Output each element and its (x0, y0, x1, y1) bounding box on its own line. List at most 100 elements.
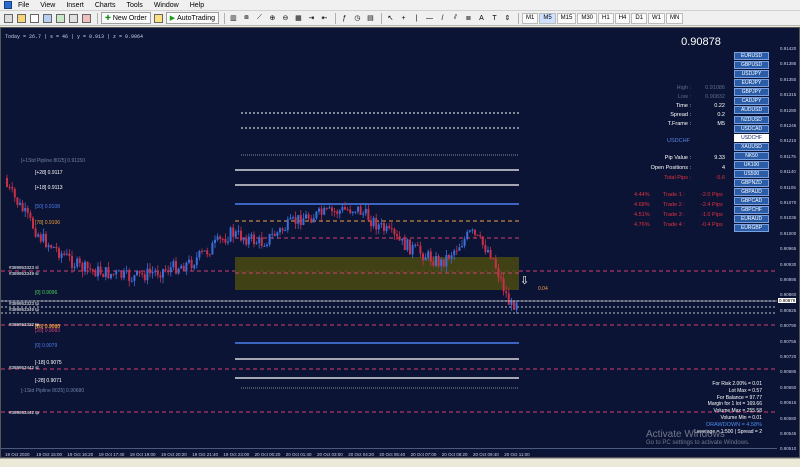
y-tick-label: 0.90895 (780, 277, 797, 282)
symbol-button[interactable]: NK50 (734, 151, 769, 160)
indicators-icon[interactable]: ƒ (339, 12, 350, 24)
fibonacci-icon[interactable]: ≣ (463, 12, 474, 24)
menu-view[interactable]: View (40, 2, 55, 9)
tf-m15[interactable]: M15 (556, 12, 577, 24)
order-tag[interactable]: #389953349 tp (9, 307, 39, 312)
new-order-button[interactable]: ✚ New Order (101, 12, 151, 24)
bar-chart-icon[interactable]: ▥ (228, 12, 239, 24)
candle-body (73, 266, 76, 268)
candle-body (432, 261, 435, 266)
symbol-button[interactable]: GBPAUD (734, 188, 769, 197)
candle-body (406, 239, 409, 251)
menu-file[interactable]: File (18, 2, 29, 9)
label-icon[interactable]: T (489, 12, 500, 24)
menu-insert[interactable]: Insert (66, 2, 84, 9)
templates-icon[interactable]: ▤ (365, 12, 376, 24)
time-axis[interactable]: 19 Oct 2020 19 Oct 15:00 19 Oct 16:20 19 Oc… (1, 448, 777, 457)
y-tick-label: 0.91000 (780, 230, 797, 236)
tf-m5[interactable]: M5 (539, 12, 556, 24)
symbol-button[interactable]: EURUSD (734, 52, 769, 60)
y-tick-label: 0.91385 (780, 61, 797, 67)
market-watch-icon[interactable] (29, 12, 40, 24)
candle-body (117, 270, 120, 272)
order-tag[interactable]: #389953442 sl (9, 365, 39, 370)
menu-help[interactable]: Help (190, 2, 204, 9)
order-tag[interactable]: #389953323 tp (9, 301, 39, 306)
symbol-button[interactable]: AUDUSD (734, 106, 769, 115)
data-window-icon[interactable] (55, 12, 66, 24)
tf-m30[interactable]: M30 (577, 12, 598, 24)
symbol-button[interactable]: CADJPY (734, 97, 769, 106)
candle-body (162, 269, 164, 278)
trendline-icon[interactable]: / (437, 12, 448, 24)
symbol-button[interactable]: XAUUSD (734, 142, 769, 151)
candle-body (429, 251, 432, 262)
chart-window[interactable]: Today = 26.7 | s = 46 | y = 0.913 | z = … (0, 27, 800, 458)
zoom-in-icon[interactable]: ⊕ (267, 12, 278, 24)
tile-windows-icon[interactable]: ▦ (293, 12, 304, 24)
crosshair-icon[interactable]: + (398, 12, 409, 24)
symbol-button[interactable]: GBPUSD (734, 61, 769, 70)
metaeditor-icon[interactable] (153, 12, 164, 24)
periods-icon[interactable]: ◷ (352, 12, 363, 24)
menu-tools[interactable]: Tools (126, 2, 142, 9)
order-tag[interactable]: #389953323 sl (9, 265, 39, 270)
candle-body (76, 258, 79, 267)
text-icon[interactable]: A (476, 12, 487, 24)
tf-d1[interactable]: D1 (631, 12, 648, 24)
y-tick-label: 0.91105 (780, 184, 796, 190)
down-arrow-icon[interactable]: ⇩ (520, 274, 529, 287)
menu-charts[interactable]: Charts (95, 2, 116, 9)
tester-icon[interactable] (81, 12, 92, 24)
navigator-icon[interactable] (42, 12, 53, 24)
order-tag[interactable]: #389953322 tp (9, 322, 39, 327)
symbol-button[interactable]: GBPCAD (734, 197, 769, 206)
zoom-out-icon[interactable]: ⊖ (280, 12, 291, 24)
candle-body (349, 209, 352, 213)
symbol-button[interactable]: USDCHF (734, 133, 769, 142)
equidistant-channel-icon[interactable]: ⫽ (450, 12, 461, 24)
tf-w1[interactable]: W1 (648, 12, 666, 24)
panel-row-value: 0.22 (714, 103, 725, 109)
symbol-button[interactable]: USDCAD (734, 124, 769, 133)
symbol-button[interactable]: NZDUSD (734, 115, 769, 124)
symbol-button[interactable]: EURJPY (734, 79, 769, 88)
candle-body (474, 229, 476, 235)
candle-body (364, 208, 367, 214)
symbol-button[interactable]: GBPNZD (734, 179, 769, 188)
candlestick-icon[interactable]: ⧈ (241, 12, 252, 24)
symbol-button[interactable]: EURGBP (734, 224, 769, 233)
tf-mn[interactable]: MN (666, 12, 684, 24)
candle-body (232, 227, 235, 237)
horizontal-line-icon[interactable]: — (424, 12, 435, 24)
tf-h1[interactable]: H1 (598, 12, 614, 24)
symbol-button[interactable]: US500 (734, 170, 769, 179)
autoscroll-icon[interactable]: ⇥ (306, 12, 317, 24)
candle-body (494, 258, 497, 269)
terminal-icon[interactable] (68, 12, 79, 24)
tf-h4[interactable]: H4 (614, 12, 631, 24)
order-tag[interactable]: #389953349 sl (9, 271, 39, 276)
profiles-icon[interactable] (16, 12, 27, 24)
arrows-icon[interactable]: ⇕ (502, 12, 513, 24)
candle-body (292, 217, 294, 219)
price-axis[interactable]: 0.91420 0.91385 0.91350 0.91315 0.91280 0.912… (777, 28, 799, 451)
new-chart-icon[interactable] (3, 12, 14, 24)
menu-window[interactable]: Window (154, 2, 179, 9)
autotrading-button[interactable]: ▶ AutoTrading (165, 12, 219, 24)
tf-m1[interactable]: M1 (521, 12, 539, 24)
symbol-button[interactable]: GBPCHF (734, 206, 769, 215)
order-tag[interactable]: #389953442 tp (9, 410, 39, 415)
cursor-icon[interactable]: ↖ (385, 12, 396, 24)
symbol-button[interactable]: UK100 (734, 160, 769, 169)
chart-shift-icon[interactable]: ⇤ (319, 12, 330, 24)
line-chart-icon[interactable]: ⟋ (254, 12, 265, 24)
symbol-button[interactable]: GBPJPY (734, 88, 769, 97)
symbol-button[interactable]: EURAUD (734, 215, 769, 224)
panel-row-key: Spread : (670, 112, 691, 118)
panel-row-key: Low : (677, 94, 691, 100)
candle-body (55, 246, 58, 249)
candle-body (102, 274, 105, 278)
vertical-line-icon[interactable]: | (411, 12, 422, 24)
symbol-button[interactable]: USDJPY (734, 70, 769, 79)
